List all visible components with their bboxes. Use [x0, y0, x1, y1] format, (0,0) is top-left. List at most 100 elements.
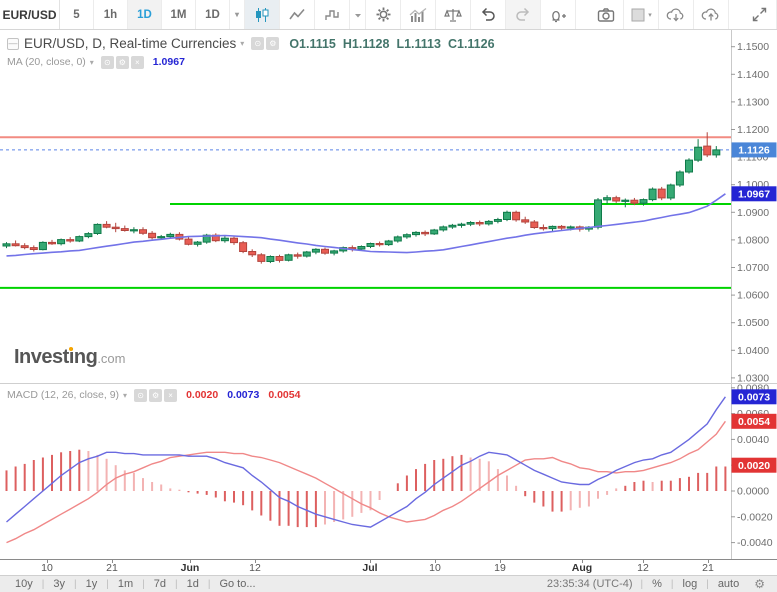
logo-orange-dot-i: i	[69, 346, 74, 368]
time-label-10: 10	[429, 562, 441, 574]
macd-value-0: 0.0020	[186, 389, 218, 401]
macd-panel[interactable]: 0.00800.00600.00400.00200.0000-0.0020-0.…	[0, 383, 777, 559]
alert-bell-icon[interactable]	[541, 0, 576, 29]
undo-icon[interactable]	[471, 0, 506, 29]
time-axis[interactable]: 10 21 Jun 12 Jul 10 19 Aug 12 21	[0, 559, 777, 575]
collapse-panel-icon[interactable]: —	[7, 38, 19, 50]
top-toolbar: EUR/USD 51h1D1M1D ▾ ▾	[0, 0, 777, 30]
icon-button-group: ▾	[245, 0, 777, 29]
time-label-aug: Aug	[572, 562, 592, 574]
timeframe-button-1d-2[interactable]: 1D	[128, 0, 162, 29]
bottom-right-group: 23:35:34 (UTC-4) |%|log|auto ⚙	[539, 577, 771, 591]
macd-close-icon[interactable]: ×	[164, 389, 177, 402]
mode-button-percent[interactable]: %	[643, 578, 671, 590]
ma-value: 1.0967	[153, 56, 185, 68]
fullscreen-icon[interactable]	[742, 0, 777, 29]
ohlc-h: H1.1128	[343, 37, 390, 51]
time-label-12: 12	[249, 562, 261, 574]
svg-text:1.1500: 1.1500	[737, 41, 769, 53]
visibility-toggle-icon[interactable]: ⊙	[251, 37, 264, 50]
candlestick-chart-icon[interactable]	[245, 0, 280, 29]
cloud-upload-icon[interactable]	[694, 0, 729, 29]
clock[interactable]: 23:35:34 (UTC-4)	[539, 578, 641, 590]
macd-value-1: 0.0073	[227, 389, 259, 401]
svg-text:1.1400: 1.1400	[737, 69, 769, 81]
svg-text:1.0700: 1.0700	[737, 262, 769, 274]
range-button-7d[interactable]: 7d	[145, 578, 175, 590]
ma-indicator-label: MA (20, close, 0)	[7, 56, 86, 68]
svg-text:-0.0040: -0.0040	[737, 537, 773, 549]
price-chart-panel[interactable]: 1.15001.14001.13001.12001.11001.10001.09…	[0, 30, 777, 383]
timeframe-group: 51h1D1M1D	[60, 0, 230, 29]
svg-text:0.0054: 0.0054	[738, 416, 770, 428]
title-caret-icon[interactable]: ▾	[240, 39, 244, 48]
svg-text:1.1300: 1.1300	[737, 96, 769, 108]
range-button-1y[interactable]: 1y	[77, 578, 107, 590]
macd-header-overlay: MACD (12, 26, close, 9) ▾ ⊙ ⚙ × 0.00200.…	[7, 386, 309, 403]
ohlc-c: C1.1126	[448, 37, 495, 51]
mode-button-auto[interactable]: auto	[709, 578, 748, 590]
range-button-10y[interactable]: 10y	[6, 578, 42, 590]
chart-type-caret-icon[interactable]	[350, 0, 366, 29]
camera-icon[interactable]	[589, 0, 624, 29]
series-settings-icon[interactable]: ⚙	[266, 37, 279, 50]
macd-caret-icon[interactable]: ▾	[123, 391, 127, 400]
svg-text:0.0073: 0.0073	[738, 392, 770, 404]
investing-logo[interactable]: Investing.com	[14, 346, 125, 369]
timeframe-button-1m-3[interactable]: 1M	[162, 0, 196, 29]
redo-icon[interactable]	[506, 0, 541, 29]
range-button-3y[interactable]: 3y	[44, 578, 74, 590]
step-chart-icon[interactable]	[315, 0, 350, 29]
time-label-12: 12	[637, 562, 649, 574]
price-chart[interactable]: 1.15001.14001.13001.12001.11001.10001.09…	[0, 30, 777, 383]
timeframe-button-1d-4[interactable]: 1D	[196, 0, 230, 29]
macd-chart[interactable]: 0.00800.00600.00400.00200.0000-0.0020-0.…	[0, 384, 777, 560]
svg-text:1.0500: 1.0500	[737, 317, 769, 329]
range-button-1d[interactable]: 1d	[178, 578, 208, 590]
svg-text:-0.0020: -0.0020	[737, 511, 773, 523]
svg-text:1.1126: 1.1126	[738, 145, 770, 157]
svg-text:1.0400: 1.0400	[737, 345, 769, 357]
svg-text:1.1200: 1.1200	[737, 124, 769, 136]
axis-settings-gear-icon[interactable]: ⚙	[748, 577, 771, 591]
svg-text:1.0300: 1.0300	[737, 372, 769, 383]
time-label-21: 21	[106, 562, 118, 574]
indicators-icon[interactable]	[401, 0, 436, 29]
timeframe-button-1h-1[interactable]: 1h	[94, 0, 128, 29]
ma-settings-icon[interactable]: ⚙	[116, 56, 129, 69]
time-label-10: 10	[41, 562, 53, 574]
mode-button-log[interactable]: log	[674, 578, 707, 590]
layout-grid-icon[interactable]: ▾	[624, 0, 659, 29]
time-label-jun: Jun	[181, 562, 200, 574]
line-chart-icon[interactable]	[280, 0, 315, 29]
ohlc-l: L1.1113	[396, 37, 441, 51]
toolbar-gap	[729, 0, 742, 29]
goto-button[interactable]: Go to...	[210, 578, 264, 590]
price-header-overlay: — EUR/USD, D, Real-time Currencies ▾ ⊙ ⚙…	[7, 34, 502, 70]
svg-text:1.0800: 1.0800	[737, 234, 769, 246]
svg-text:0.0020: 0.0020	[738, 460, 770, 472]
ohlc-o: O1.1115	[289, 37, 336, 51]
time-label-jul: Jul	[362, 562, 377, 574]
time-label-19: 19	[494, 562, 506, 574]
cloud-download-icon[interactable]	[659, 0, 694, 29]
chart-title: EUR/USD, D, Real-time Currencies	[24, 36, 236, 51]
timeframe-caret-icon[interactable]: ▾	[230, 0, 245, 29]
settings-gear-icon[interactable]	[366, 0, 401, 29]
range-group: 10y|3y|1y|1m|7d|1d	[6, 578, 208, 590]
ma-close-icon[interactable]: ×	[131, 56, 144, 69]
time-label-21: 21	[702, 562, 714, 574]
bottom-toolbar: 10y|3y|1y|1m|7d|1d | Go to... 23:35:34 (…	[0, 575, 777, 592]
macd-visibility-icon[interactable]: ⊙	[134, 389, 147, 402]
macd-value-2: 0.0054	[268, 389, 300, 401]
ma-visibility-icon[interactable]: ⊙	[101, 56, 114, 69]
svg-text:0.0040: 0.0040	[737, 434, 769, 446]
ma-caret-icon[interactable]: ▾	[90, 58, 94, 67]
macd-settings-icon[interactable]: ⚙	[149, 389, 162, 402]
symbol-button[interactable]: EUR/USD	[0, 0, 60, 29]
svg-text:1.0600: 1.0600	[737, 290, 769, 302]
svg-text:0.0000: 0.0000	[737, 486, 769, 498]
timeframe-button-5-0[interactable]: 5	[60, 0, 94, 29]
compare-scales-icon[interactable]	[436, 0, 471, 29]
range-button-1m[interactable]: 1m	[109, 578, 142, 590]
